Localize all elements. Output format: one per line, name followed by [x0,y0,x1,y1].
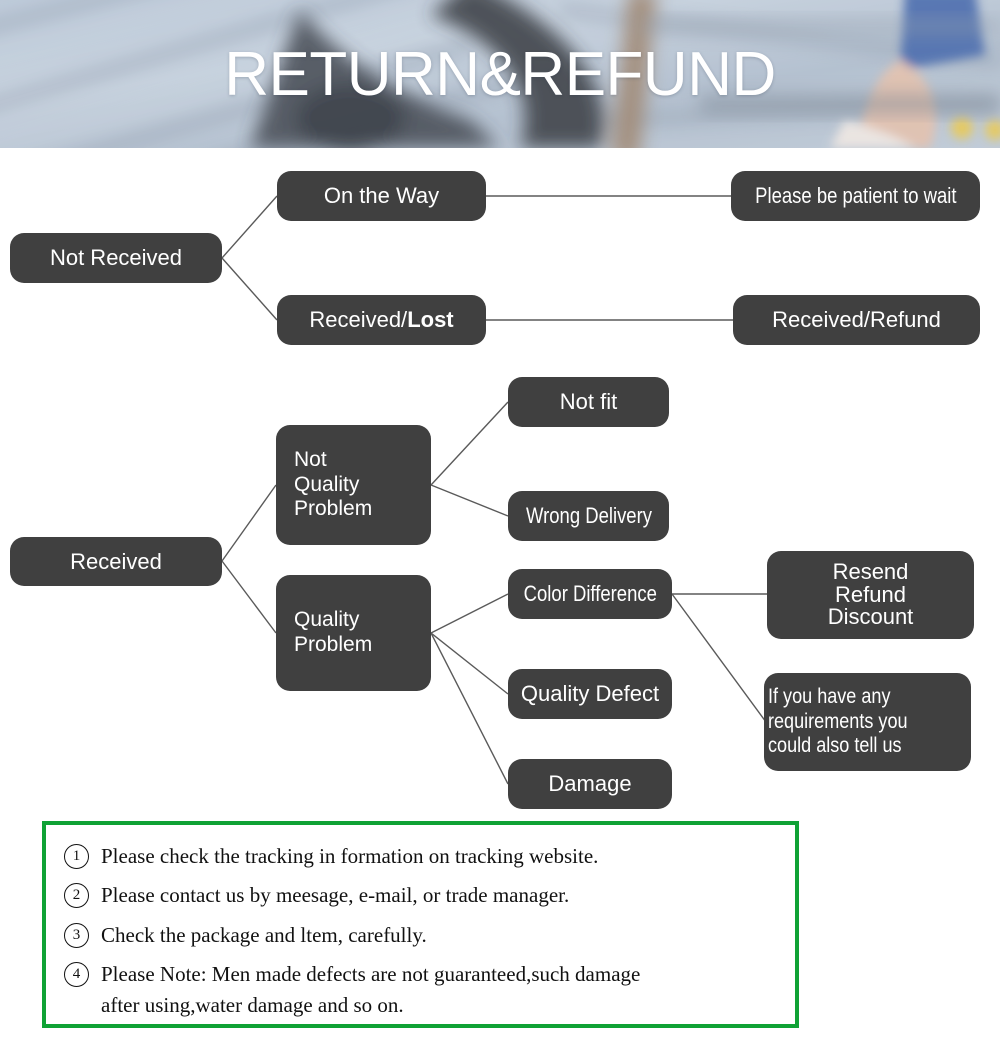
note-text-1: Please check the tracking in formation o… [101,844,599,868]
node-received-lost[interactable]: Received/Lost [277,295,486,345]
node-color-difference[interactable]: Color Difference [508,569,672,619]
node-resend-refund-discount-label: Resend Refund Discount [767,561,974,628]
qp-line-2: Problem [294,633,373,656]
note-item: 2 Please contact us by meesage, e-mail, … [64,880,781,910]
node-on-the-way[interactable]: On the Way [277,171,486,221]
node-please-be-patient-label: Please be patient to wait [731,183,980,209]
please-be-patient-text: Please be patient to wait [754,183,957,209]
nqp-line-1: Not [294,447,327,471]
note-text-4-line-2: after using,water damage and so on. [101,992,404,1017]
return-refund-infographic: RETURN&REFUND Not Received On the Way Pl… [0,0,1000,1052]
qp-line-1: Quality [294,608,360,632]
node-not-fit[interactable]: Not fit [508,377,669,427]
req-line-1: If you have any [768,684,891,708]
note-text-2: Please contact us by meesage, e-mail, or… [101,883,570,908]
note-item: 3 Check the package and ltem, carefully. [64,920,781,950]
color-difference-text: Color Difference [523,581,657,607]
node-wrong-delivery-label: Wrong Delivery [508,503,669,529]
node-not-quality-problem[interactable]: Not Quality Problem [276,425,431,545]
req-line-3: could also tell us [768,734,902,758]
note-number-1: 1 [64,844,89,869]
node-not-received-label: Not Received [49,245,183,271]
node-requirements-tell-us[interactable]: If you have any requirements you could a… [764,673,971,771]
node-requirements-tell-us-label: If you have any requirements you could a… [768,685,971,759]
node-received-refund[interactable]: Received/Refund [733,295,980,345]
outcome-resend: Resend [832,559,909,585]
node-quality-defect-label: Quality Defect [520,681,660,707]
node-quality-problem-label: Quality Problem [294,608,431,658]
node-received-lost-label: Received/Lost [277,307,486,333]
note-item: 1 Please check the tracking in formation… [64,841,781,871]
note-number-3: 3 [64,922,89,948]
node-received-refund-label: Received/Refund [772,307,941,333]
note-number-2: 2 [64,883,89,909]
received-lost-bold: Lost [407,307,454,333]
req-line-2: requirements you [768,709,908,733]
note-text-4-line-1: Please Note: Men made defects are not gu… [101,962,641,987]
node-not-received[interactable]: Not Received [10,233,222,283]
received-lost-prefix: Received/ [309,307,408,333]
note-text-4: Please Note: Men made defects are not gu… [101,959,781,1020]
note-text-3: Check the package and ltem, carefully. [101,922,427,947]
node-damage-label: Damage [548,771,632,797]
wrong-delivery-text: Wrong Delivery [525,503,652,529]
node-not-fit-label: Not fit [559,389,618,415]
nqp-line-2: Quality [294,472,360,496]
node-damage[interactable]: Damage [508,759,672,809]
node-received-label: Received [70,548,162,574]
node-received[interactable]: Received [10,537,222,586]
note-number-4: 4 [64,962,89,988]
notes-box: 1 Please check the tracking in formation… [42,821,799,1028]
outcome-refund: Refund [835,581,906,607]
node-quality-defect[interactable]: Quality Defect [508,669,672,719]
node-not-quality-problem-label: Not Quality Problem [294,448,431,522]
node-wrong-delivery[interactable]: Wrong Delivery [508,491,669,541]
node-quality-problem[interactable]: Quality Problem [276,575,431,691]
node-color-difference-label: Color Difference [508,581,672,607]
node-resend-refund-discount[interactable]: Resend Refund Discount [767,551,974,639]
node-on-the-way-label: On the Way [323,183,440,209]
outcome-discount: Discount [827,604,914,630]
node-please-be-patient[interactable]: Please be patient to wait [731,171,980,221]
note-item: 4 Please Note: Men made defects are not … [64,959,781,1020]
nqp-line-3: Problem [294,497,373,521]
